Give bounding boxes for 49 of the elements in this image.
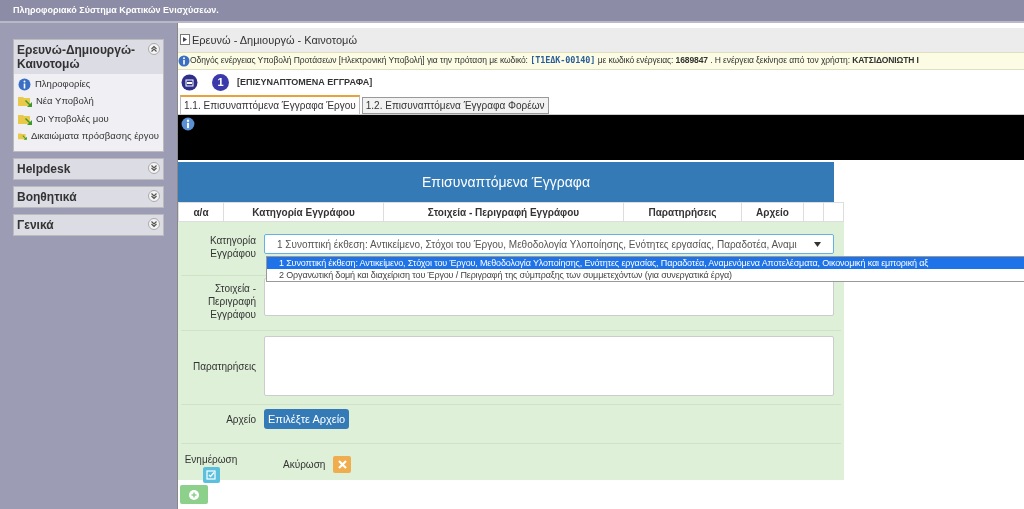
field-label: Κατηγορία Εγγράφου <box>208 234 256 260</box>
field-label: Αρχείο <box>225 412 256 427</box>
tab[interactable]: 1.1. Επισυναπτόμενα Έγγραφα Έργου <box>180 95 360 115</box>
page-icon <box>180 34 190 46</box>
dropdown-option[interactable]: 1 Συνοπτική έκθεση: Αντικείμενο, Στόχοι του Έργου, Μεθοδολογία Υλοποίησης, Ενότητες εργασίας, Παραδοτέα, Αναμενόμενα Αποτελέσματα, Οικονομική και εμπορική αξ <box>267 257 1024 269</box>
expand-icon[interactable] <box>148 162 160 174</box>
info-text: Οδηγός ενέργειας Υποβολή Προτάσεων [Ηλεκτρονική Υποβολή] για την πρόταση με κωδικό: [Τ1ΕΔΚ-00140] με κωδικό ενέργειας: 1689847 . Η ενέργεια ξεκίνησε από τον χρήστη: ΚΑΤΣΙΔΟΝΙΩΤΗ Ι <box>190 54 919 68</box>
column-header: Αρχείο <box>742 203 804 221</box>
expand-icon[interactable] <box>148 218 160 230</box>
sidebar-section-title: Ερευνώ-Δημιουργώ-Καινοτομώ <box>17 43 137 71</box>
sidebar-section-header[interactable]: Βοηθητικά <box>14 187 163 207</box>
edit-check-icon <box>206 470 216 480</box>
field-label: Παρατηρήσεις <box>192 359 256 374</box>
update-label: Ενημέρωση <box>184 453 238 467</box>
description-textarea[interactable] <box>264 278 834 316</box>
sidebar-link[interactable]: Οι Υποβολές μου <box>18 111 159 126</box>
column-header: Παρατηρήσεις <box>624 203 742 221</box>
step-label: [ΕΠΙΣΥΝΑΠΤΟΜΕΝΑ ΕΓΓΡΑΦΑ] <box>237 75 373 89</box>
cancel-label: Ακύρωση <box>283 458 326 472</box>
sidebar-section-header[interactable]: Γενικά <box>14 215 163 235</box>
sidebar-link[interactable]: Δικαιώματα πρόσβασης έργου <box>18 128 159 143</box>
column-header: Στοιχεία - Περιγραφή Εγγράφου <box>384 203 624 221</box>
sidebar-section-title: Γενικά <box>17 218 54 232</box>
folder-arrow-icon <box>18 95 32 108</box>
plus-icon <box>189 489 199 500</box>
collapse-icon[interactable] <box>148 43 160 55</box>
info-icon <box>181 117 195 132</box>
app-title: Πληροφοριακό Σύστημα Κρατικών Ενισχύσεων. <box>13 3 219 17</box>
step-number: 1 <box>212 74 229 91</box>
sidebar-section-title: Helpdesk <box>17 162 71 176</box>
field-label: Στοιχεία - Περιγραφή Εγγράφου <box>206 282 256 321</box>
folder-arrow-icon <box>18 112 32 125</box>
info-icon <box>18 77 31 91</box>
column-header: α/α <box>179 203 224 221</box>
sidebar-link[interactable]: Νέα Υποβολή <box>18 94 159 109</box>
info-icon <box>178 54 190 67</box>
close-icon <box>337 460 347 469</box>
breadcrumb: Ερευνώ - Δημιουργώ - Καινοτομώ <box>192 32 357 48</box>
sidebar-section-header[interactable]: Ερευνώ-Δημιουργώ-Καινοτομώ <box>14 40 163 74</box>
dropdown-caret-icon <box>814 241 821 247</box>
tab[interactable]: 1.2. Επισυναπτόμενα Έγγραφα Φορέων <box>361 97 549 115</box>
sidebar-link[interactable]: Πληροφορίες <box>18 77 159 92</box>
sidebar-section-title: Βοηθητικά <box>17 190 77 204</box>
choose-file-button[interactable]: Επιλέξτε Αρχείο <box>264 409 350 429</box>
sidebar-section-header[interactable]: Helpdesk <box>14 159 163 179</box>
category-select[interactable]: 1 Συνοπτική έκθεση: Αντικείμενο, Στόχοι του Έργου, Μεθοδολογία Υλοποίησης, Ενότητες εργασίας, Παραδοτέα, Αναμι <box>264 234 834 254</box>
panel-title: Επισυναπτόμενα Έγγραφα <box>422 172 590 192</box>
column-header: Κατηγορία Εγγράφου <box>224 203 384 221</box>
expand-icon[interactable] <box>148 190 160 202</box>
